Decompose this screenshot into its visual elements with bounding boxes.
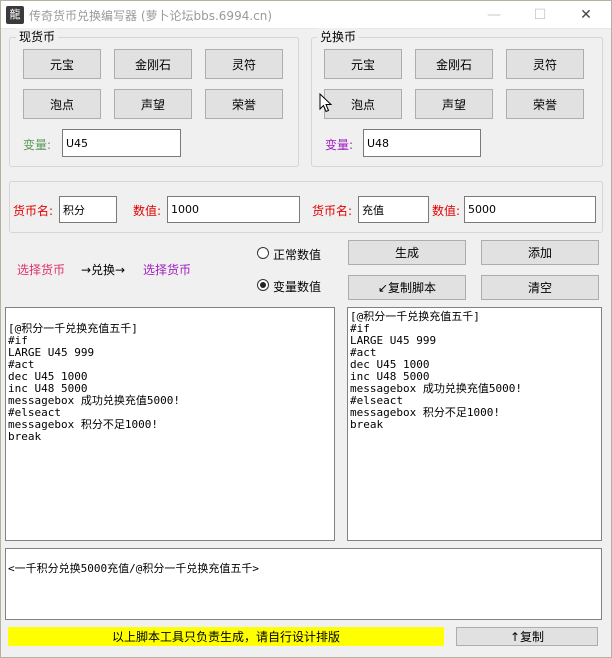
current-var-label: 变量:	[23, 138, 52, 152]
copy-button[interactable]: ↑复制	[456, 627, 598, 646]
maximize-icon[interactable]: ☐	[517, 1, 563, 29]
exchange-var-label: 变量:	[325, 138, 354, 152]
current-btn-lingfu[interactable]: 灵符	[205, 49, 283, 79]
left-amount-input[interactable]	[167, 196, 300, 223]
exchange-btn-rongyu[interactable]: 荣誉	[506, 89, 584, 119]
current-btn-jingangshi[interactable]: 金刚石	[114, 49, 192, 79]
app-logo-icon: 龍	[6, 6, 24, 24]
normal-value-label[interactable]: 正常数值	[273, 246, 321, 263]
minimize-icon[interactable]: —	[471, 1, 517, 29]
exchange-btn-paodian[interactable]: 泡点	[324, 89, 402, 119]
mouse-cursor-icon	[319, 93, 333, 113]
left-amount-label: 数值:	[133, 204, 162, 218]
right-script-editor[interactable]: [@积分一千兑换充值五千] #if LARGE U45 999 #act dec…	[347, 307, 602, 541]
app-window: 龍 传奇货币兑换编写器 (萝卜论坛bbs.6994.cn) — ☐ ✕ 现货币 …	[0, 0, 612, 658]
flow-to-label: 选择货币	[143, 263, 192, 277]
right-amount-label: 数值:	[432, 204, 461, 218]
current-btn-yuanbao[interactable]: 元宝	[23, 49, 101, 79]
copy-script-button[interactable]: ↙复制脚本	[348, 275, 466, 300]
flow-arrow-label: →兑换→	[81, 263, 126, 277]
variable-value-label[interactable]: 变量数值	[273, 278, 321, 295]
clear-button[interactable]: 清空	[481, 275, 599, 300]
current-btn-shengwang[interactable]: 声望	[114, 89, 192, 119]
variable-value-radio[interactable]	[257, 279, 269, 291]
normal-value-radio[interactable]	[257, 247, 269, 259]
flow-from-label: 选择货币	[17, 263, 66, 277]
exchange-var-input[interactable]	[363, 129, 481, 157]
right-name-label: 货币名:	[312, 204, 353, 218]
generate-button[interactable]: 生成	[348, 240, 466, 265]
left-name-input[interactable]	[59, 196, 117, 223]
title-bar[interactable]: 龍 传奇货币兑换编写器 (萝卜论坛bbs.6994.cn) — ☐ ✕	[1, 1, 611, 29]
exchange-btn-lingfu[interactable]: 灵符	[506, 49, 584, 79]
right-amount-input[interactable]	[464, 196, 596, 223]
current-btn-rongyu[interactable]: 荣誉	[205, 89, 283, 119]
footer-notice: 以上脚本工具只负责生成，请自行设计排版	[8, 627, 444, 646]
current-currency-group-title: 现货币	[16, 28, 59, 45]
left-script-editor[interactable]: [@积分一千兑换充值五千] #if LARGE U45 999 #act dec…	[5, 307, 335, 541]
bottom-output-editor[interactable]: <一千积分兑换5000充值/@积分一千兑换充值五千>	[5, 548, 602, 620]
right-name-input[interactable]	[358, 196, 429, 223]
add-button[interactable]: 添加	[481, 240, 599, 265]
exchange-btn-jingangshi[interactable]: 金刚石	[415, 49, 493, 79]
close-icon[interactable]: ✕	[563, 1, 609, 29]
exchange-btn-shengwang[interactable]: 声望	[415, 89, 493, 119]
current-btn-paodian[interactable]: 泡点	[23, 89, 101, 119]
exchange-btn-yuanbao[interactable]: 元宝	[324, 49, 402, 79]
exchange-currency-group-title: 兑换币	[317, 28, 360, 45]
current-var-input[interactable]	[62, 129, 181, 157]
left-name-label: 货币名:	[13, 204, 54, 218]
window-title: 传奇货币兑换编写器 (萝卜论坛bbs.6994.cn)	[29, 9, 273, 23]
